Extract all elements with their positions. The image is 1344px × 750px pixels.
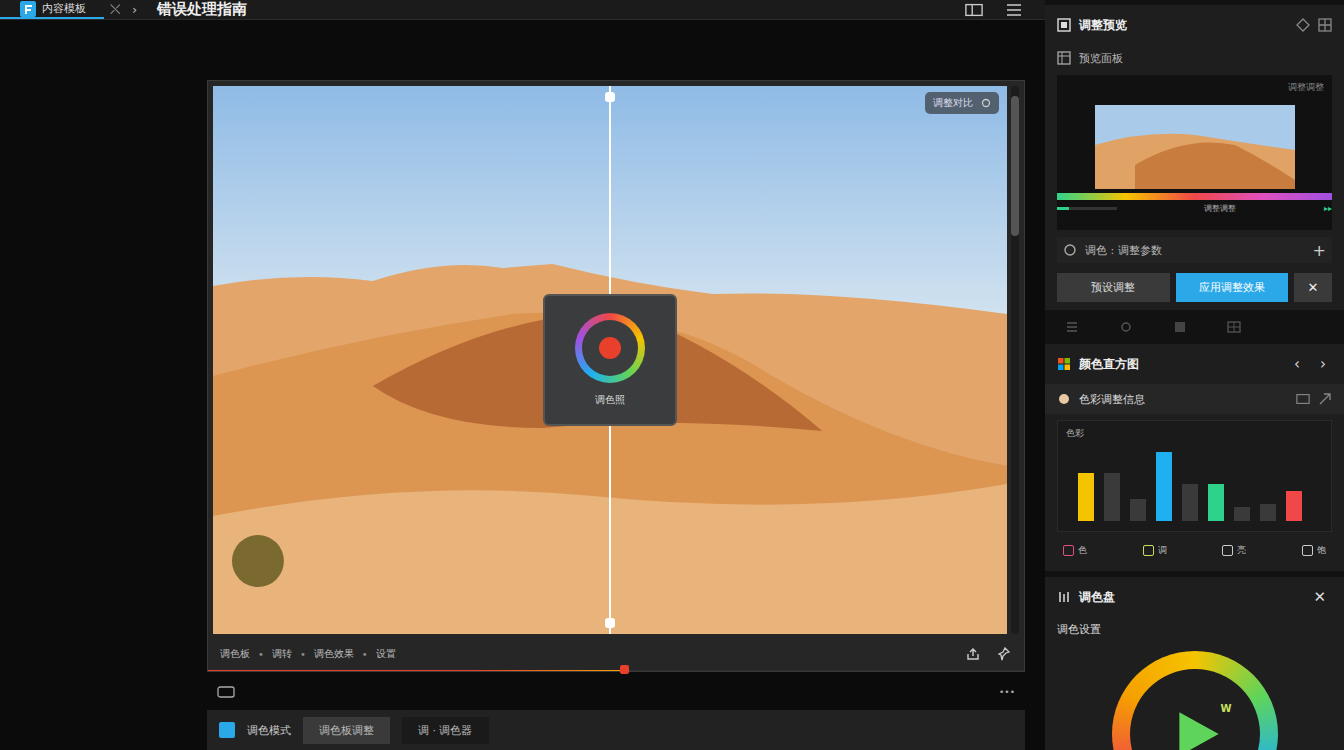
split-handle-bottom[interactable] [605, 618, 615, 628]
app-tab[interactable]: 内容模板 [0, 0, 104, 19]
histogram-bar [1260, 504, 1276, 521]
progress-marker[interactable] [620, 665, 629, 674]
bottom-tab[interactable]: 调色板调整 [303, 717, 390, 744]
hue-bar[interactable] [1057, 193, 1332, 200]
close-palette-button[interactable]: ✕ [1307, 588, 1332, 606]
histogram-panel: 颜色直方图 ‹ › 色彩调整信息 色彩 色调亮饱 [1045, 344, 1344, 571]
play-button[interactable]: ▸▸ [1324, 204, 1332, 213]
add-button[interactable]: + [1313, 241, 1326, 260]
timeline-track[interactable] [1057, 207, 1117, 210]
share-icon[interactable] [1318, 392, 1332, 406]
next-button[interactable]: › [126, 2, 143, 17]
export-icon[interactable] [966, 647, 980, 661]
canvas-footer: ••• [207, 682, 1025, 702]
refresh-icon [981, 98, 991, 108]
preview-thumbnail[interactable] [1095, 105, 1295, 189]
canvas-frame: 调整对比 调色照 调色板• 调转• 调色效果• 设置 [207, 80, 1025, 672]
panel-button[interactable]: 预设调整 [1057, 273, 1170, 302]
close-button[interactable]: ✕ [1294, 273, 1332, 302]
thumbnail-photo [1095, 105, 1295, 189]
canvas-toolbar-item[interactable]: 设置 [376, 647, 396, 661]
play-icon[interactable] [1177, 710, 1221, 750]
screen-icon[interactable] [217, 686, 235, 698]
top-bar: 内容模板 ⤬ › 错误处理指南 [0, 0, 1045, 20]
canvas-area: 调整对比 调色照 调色板• 调转• 调色效果• 设置 ••• 调色模式 调色板调… [0, 20, 1045, 750]
photo-editor: 内容模板 ⤬ › 错误处理指南 调整对比 调色照 调色板• 调转• 调色效果• … [0, 0, 1344, 750]
histogram-bar [1104, 473, 1120, 521]
param-field[interactable]: 调色 : 调整参数 + [1057, 237, 1332, 263]
color-ring-icon [575, 313, 645, 383]
legend-item[interactable]: 饱 [1302, 544, 1326, 557]
preview-box: 调整调整 调整调整 ▸▸ [1057, 75, 1332, 230]
card-icon[interactable] [1296, 392, 1310, 406]
workspace: 内容模板 ⤬ › 错误处理指南 调整对比 调色照 调色板• 调转• 调色效果• … [0, 0, 1045, 750]
photo[interactable]: 调整对比 调色照 [213, 86, 1007, 634]
equalizer-icon [1057, 590, 1071, 604]
legend-item[interactable]: 调 [1143, 544, 1167, 557]
panel-button[interactable]: 应用调整效果 [1176, 273, 1289, 302]
bottom-toolbar: 调色模式 调色板调整调 · 调色器 [207, 710, 1025, 750]
box-icon[interactable] [1173, 320, 1187, 334]
layers-icon[interactable] [1065, 320, 1079, 334]
canvas-toolbar-item[interactable]: 调转 [272, 647, 292, 661]
bottom-tab[interactable]: 调 · 调色器 [402, 717, 489, 744]
prev-button[interactable]: ‹ [1288, 355, 1306, 373]
histogram-bar [1130, 499, 1146, 521]
layout-icon[interactable] [965, 3, 983, 17]
histogram-chart: 色彩 [1057, 420, 1332, 532]
preview-icon [1057, 18, 1071, 32]
canvas-toolbar-item[interactable]: 调色效果 [314, 647, 354, 661]
gear-icon[interactable] [1119, 320, 1133, 334]
more-button[interactable]: ••• [999, 687, 1015, 697]
next-button[interactable]: › [1314, 355, 1332, 373]
split-handle-top[interactable] [605, 92, 615, 102]
grid-icon [1057, 51, 1071, 65]
canvas-toolbar: 调色板• 调转• 调色效果• 设置 [208, 638, 1024, 670]
compare-badge[interactable]: 调整对比 [925, 92, 999, 114]
pin-icon[interactable] [998, 647, 1012, 661]
histogram-bar [1234, 507, 1250, 521]
panel-icon-row [1045, 316, 1344, 338]
canvas-toolbar-item[interactable]: 调色板 [220, 647, 250, 661]
dock-icon[interactable] [1318, 18, 1332, 32]
logo-icon [20, 1, 36, 17]
palette-panel: 调色盘 ✕ 调色设置 W [1045, 577, 1344, 750]
color-overlay-card[interactable]: 调色照 [543, 294, 677, 426]
histogram-bar [1078, 473, 1094, 521]
table-icon[interactable] [1227, 320, 1241, 334]
windows-icon [1057, 357, 1071, 371]
window-title: 错误处理指南 [143, 0, 965, 19]
flower-icon [1057, 392, 1071, 406]
histogram-bar [1156, 452, 1172, 521]
side-panel: 调整预览 预览面板 调整调整 调整调整 ▸▸ 调色 : 调整参数 + 预设调整应… [1045, 0, 1344, 750]
close-tab-button[interactable]: ⤬ [104, 2, 126, 18]
mode-icon [219, 722, 235, 738]
histogram-bar [1286, 491, 1302, 521]
scrollbar[interactable] [1011, 86, 1019, 634]
search-icon [1063, 243, 1077, 257]
histogram-bar [1208, 484, 1224, 521]
diamond-icon[interactable] [1296, 18, 1310, 32]
color-wheel[interactable]: W [1112, 651, 1278, 750]
legend-item[interactable]: 亮 [1222, 544, 1246, 557]
legend-item[interactable]: 色 [1063, 544, 1087, 557]
preview-panel: 调整预览 预览面板 调整调整 调整调整 ▸▸ 调色 : 调整参数 + 预设调整应… [1045, 5, 1344, 310]
histogram-bar [1182, 484, 1198, 521]
menu-icon[interactable] [1005, 3, 1023, 17]
progress-track[interactable] [208, 670, 1024, 671]
